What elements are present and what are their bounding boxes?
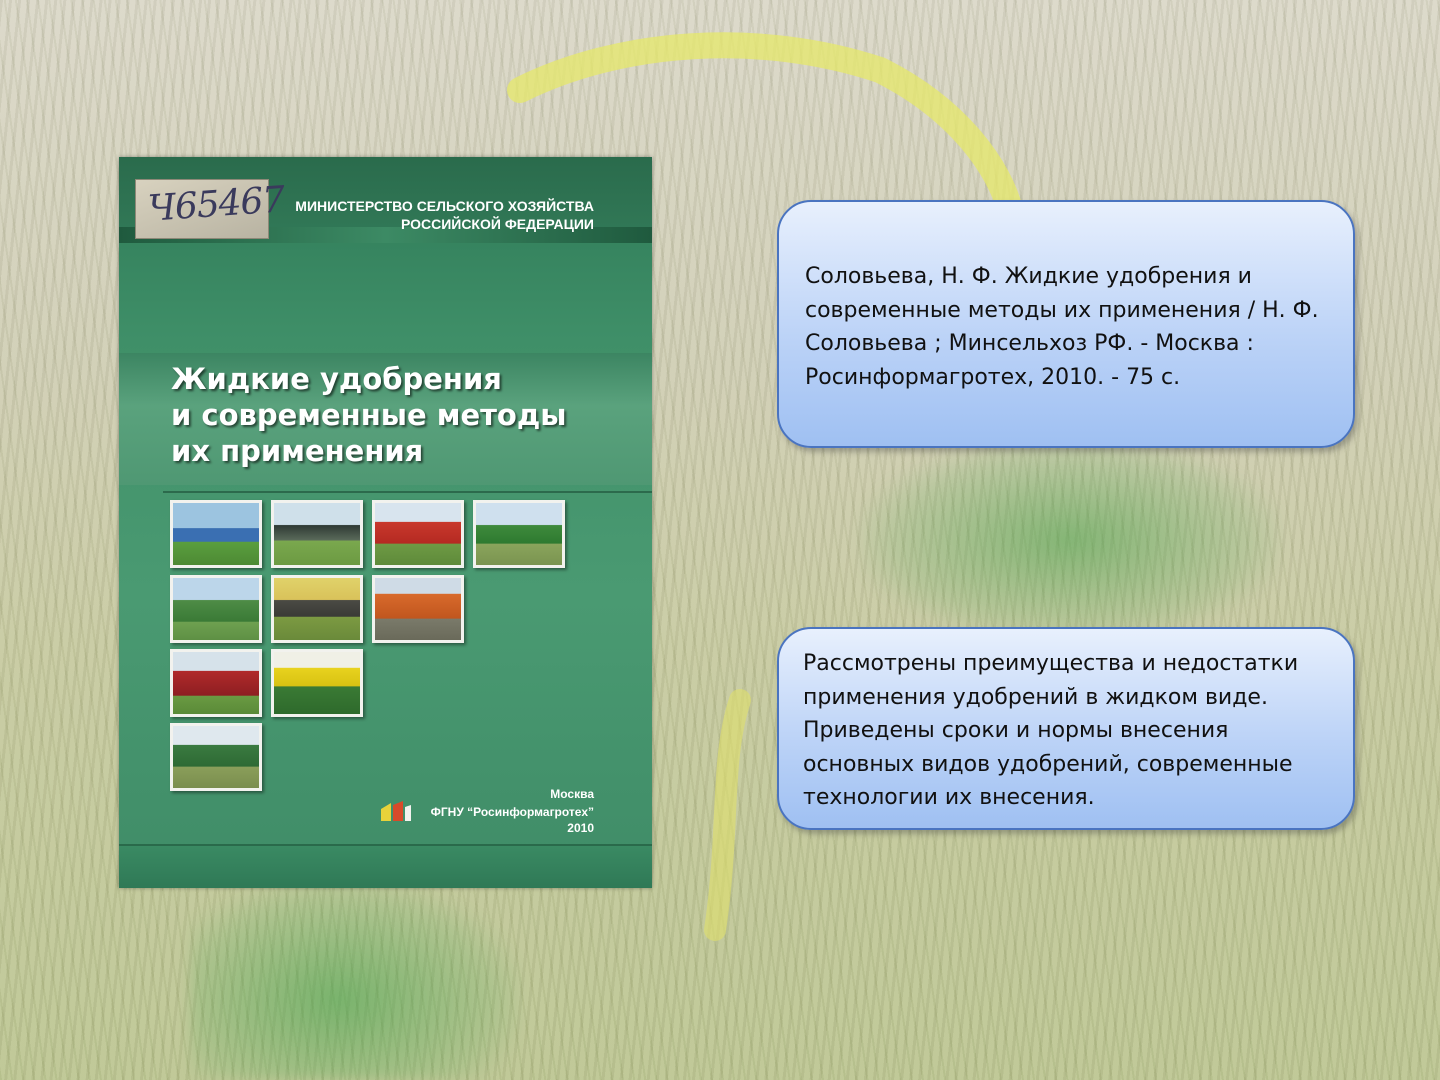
- photo-orange-tanks: [372, 575, 464, 643]
- photo-boom-applicator: [170, 575, 262, 643]
- summary-text: Рассмотрены преимущества и недостатки пр…: [803, 651, 1299, 811]
- cover-year: 2010: [567, 821, 594, 835]
- photo-red-tanker: [372, 500, 464, 568]
- photo-sprayer-tractor: [271, 500, 363, 568]
- summary-box: Рассмотрены преимущества и недостатки пр…: [777, 627, 1355, 830]
- cover-publisher: ФГНУ “Росинформагротех”: [430, 805, 594, 819]
- ministry-label: МИНИСТЕРСТВО СЕЛЬСКОГО ХОЗЯЙСТВА РОССИЙС…: [254, 197, 594, 233]
- photo-seeder: [170, 723, 262, 791]
- photo-field-tractor: [271, 575, 363, 643]
- library-stamp: Ч65467: [135, 179, 286, 239]
- publisher-logo-icon: [381, 801, 411, 821]
- photo-green-trailer: [473, 500, 565, 568]
- photo-red-truck: [170, 649, 262, 717]
- citation-box: Соловьева, Н. Ф. Жидкие удобрения и совр…: [777, 200, 1355, 448]
- photo-yellow-tanks: [271, 649, 363, 717]
- book-cover: Ч65467 МИНИСТЕРСТВО СЕЛЬСКОГО ХОЗЯЙСТВА …: [119, 157, 652, 888]
- ministry-line-2: РОССИЙСКОЙ ФЕДЕРАЦИИ: [400, 216, 594, 232]
- cover-footer-band: [119, 844, 652, 888]
- ministry-line-1: МИНИСТЕРСТВО СЕЛЬСКОГО ХОЗЯЙСТВА: [295, 198, 594, 214]
- book-title-line-2: и современные методы: [171, 398, 567, 432]
- photo-tractor-blue: [170, 500, 262, 568]
- book-title-line-1: Жидкие удобрения: [171, 362, 502, 396]
- citation-text: Соловьева, Н. Ф. Жидкие удобрения и совр…: [805, 264, 1319, 390]
- book-title: Жидкие удобрения и современные методы их…: [171, 361, 631, 469]
- cover-city: Москва: [550, 787, 594, 801]
- book-title-line-3: их применения: [171, 434, 424, 468]
- cover-divider: [163, 491, 652, 493]
